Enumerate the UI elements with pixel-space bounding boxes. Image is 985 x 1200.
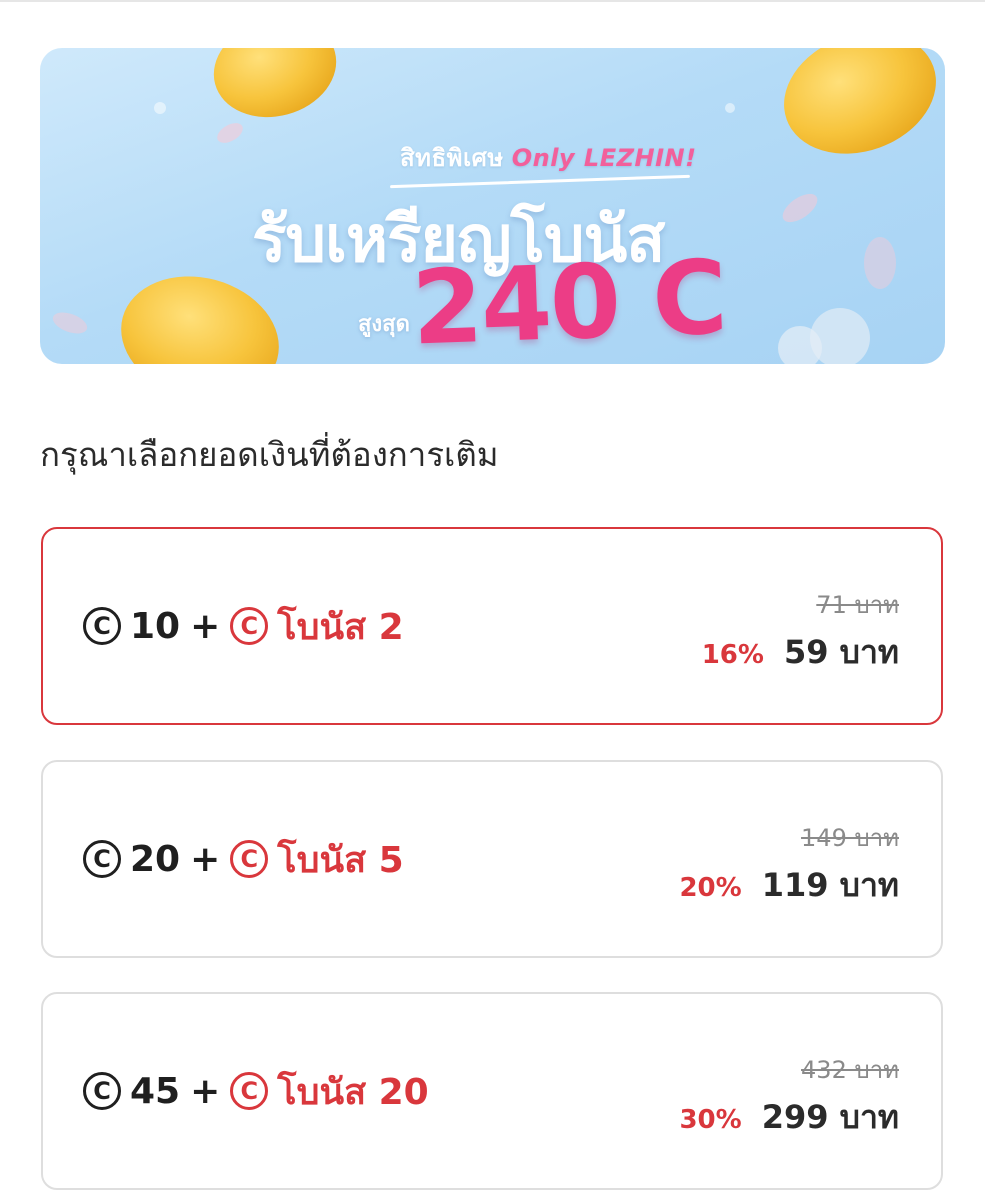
original-price: 432 บาท: [801, 1056, 899, 1084]
coin-amount: 45: [130, 1070, 181, 1112]
discount-percent: 30%: [679, 1105, 742, 1135]
bonus-coin-icon: C: [230, 1072, 269, 1110]
coin-icon: C: [83, 607, 121, 645]
banner-amount: 240 C: [410, 238, 728, 364]
bonus-coin-icon: C: [230, 607, 269, 645]
coin-purchase-page: สิทธิพิเศษ Only LEZHIN! รับเหรียญโบนัส สู…: [0, 0, 985, 1200]
option-coins: C 10 + C โบนัส 2: [83, 529, 404, 723]
coin-amount: 10: [130, 605, 181, 647]
plus-sign: +: [190, 605, 221, 647]
sale-price: 59 บาท: [783, 633, 899, 671]
coin-icon: C: [83, 1072, 121, 1110]
price-row: 20% 119 บาท: [679, 860, 899, 911]
bonus-amount: โบนัส 2: [277, 606, 404, 648]
coin-option-10[interactable]: C 10 + C โบนัส 2 71 บาท 16% 59 บาท: [41, 527, 943, 725]
section-title: กรุณาเลือกยอดเงินที่ต้องการเติม: [40, 435, 499, 474]
banner-tagline: สิทธิพิเศษ Only LEZHIN!: [400, 144, 697, 172]
top-divider: [0, 0, 985, 2]
bonus-amount: โบนัส 5: [277, 839, 404, 881]
option-coins: C 20 + C โบนัส 5: [83, 762, 404, 956]
discount-percent: 20%: [679, 873, 742, 903]
bonus-amount: โบนัส 20: [277, 1071, 429, 1113]
price-row: 16% 59 บาท: [702, 627, 899, 678]
coin-amount: 20: [130, 838, 181, 880]
coin-option-45[interactable]: C 45 + C โบนัส 20 432 บาท 30% 299 บาท: [41, 992, 943, 1190]
sale-price: 299 บาท: [761, 1098, 899, 1136]
plus-sign: +: [190, 838, 221, 880]
coin-icon: C: [83, 840, 121, 878]
bonus-coin-icon: C: [230, 840, 269, 878]
banner-tagline-accent: Only LEZHIN!: [511, 144, 697, 172]
original-price: 149 บาท: [801, 824, 899, 852]
discount-percent: 16%: [701, 640, 764, 670]
coin-option-20[interactable]: C 20 + C โบนัส 5 149 บาท 20% 119 บาท: [41, 760, 943, 958]
price-row: 30% 299 บาท: [679, 1092, 899, 1143]
option-coins: C 45 + C โบนัส 20: [83, 994, 429, 1188]
plus-sign: +: [190, 1070, 221, 1112]
original-price: 71 บาท: [816, 591, 899, 619]
banner-max-label: สูงสุด: [358, 312, 410, 337]
sale-price: 119 บาท: [761, 866, 899, 904]
promo-banner[interactable]: สิทธิพิเศษ Only LEZHIN! รับเหรียญโบนัส สู…: [40, 48, 945, 364]
